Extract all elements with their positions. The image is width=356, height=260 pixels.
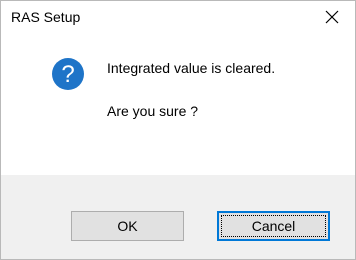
dialog-window: RAS Setup ? Integrated value is cleared.… [0, 0, 356, 260]
button-bar: OK Cancel [1, 175, 355, 259]
focus-ring [221, 215, 326, 237]
question-icon: ? [52, 58, 84, 90]
cancel-button[interactable]: Cancel [217, 211, 330, 241]
svg-text:?: ? [61, 61, 74, 88]
close-icon [325, 10, 339, 24]
close-button[interactable] [309, 1, 355, 33]
confirmation-text: Are you sure ? [107, 103, 199, 119]
title-bar: RAS Setup [1, 1, 355, 33]
ok-button[interactable]: OK [71, 211, 184, 241]
window-title: RAS Setup [11, 9, 81, 25]
ok-button-label: OK [117, 218, 138, 234]
message-text: Integrated value is cleared. [107, 60, 276, 76]
